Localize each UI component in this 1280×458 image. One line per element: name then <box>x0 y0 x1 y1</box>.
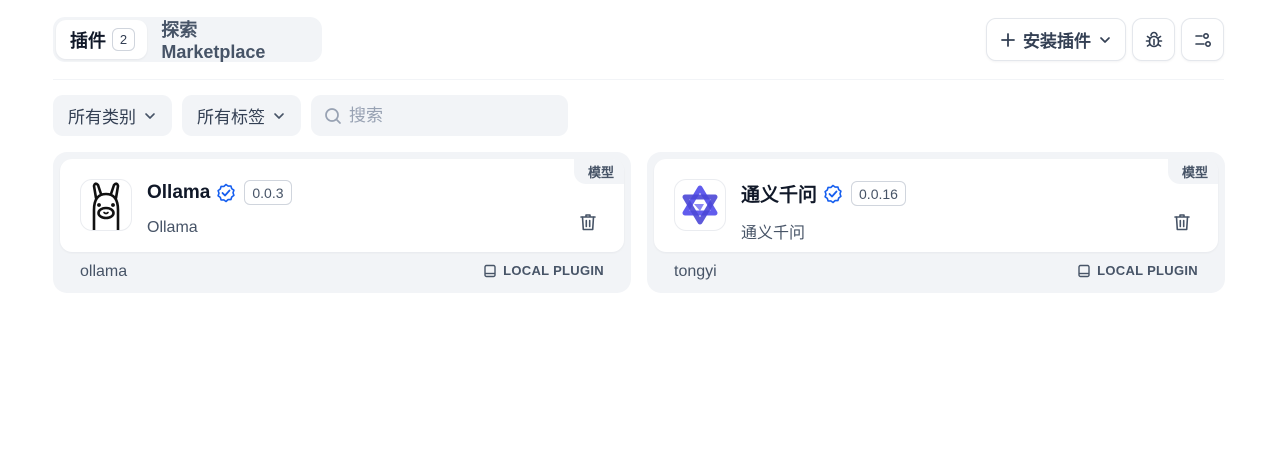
install-plugin-button[interactable]: 安装插件 <box>986 18 1126 61</box>
plugin-name: 通义千问 <box>741 185 818 206</box>
plugin-source: LOCAL PLUGIN <box>1077 263 1198 278</box>
tab-plugins[interactable]: 插件 2 <box>56 20 148 59</box>
plugin-source-label: LOCAL PLUGIN <box>1097 263 1198 278</box>
plugin-description: Ollama <box>147 219 198 236</box>
tags-filter-label: 所有标签 <box>197 108 265 127</box>
tab-marketplace[interactable]: 探索 Marketplace <box>147 20 319 62</box>
search-icon <box>325 107 341 124</box>
bug-icon <box>1145 31 1162 47</box>
verified-badge-icon <box>217 183 236 202</box>
sliders-icon <box>1194 32 1211 47</box>
tongyi-logo <box>674 179 726 231</box>
tags-filter[interactable]: 所有标签 <box>182 95 301 136</box>
category-tag: 模型 <box>1167 159 1218 184</box>
plugin-name: Ollama <box>147 181 211 203</box>
plugin-card-body: 模型 Ollama 0.0.3 Ollama <box>60 159 624 252</box>
tab-plugins-label: 插件 <box>70 30 106 51</box>
delete-plugin-button[interactable] <box>577 211 599 233</box>
llama-icon <box>92 182 120 230</box>
plugin-source: LOCAL PLUGIN <box>483 263 604 278</box>
filter-bar: 所有类别 所有标签 <box>53 95 568 136</box>
version-badge: 0.0.16 <box>851 181 906 206</box>
category-tag: 模型 <box>573 159 624 184</box>
version-badge: 0.0.3 <box>244 180 292 205</box>
chevron-down-icon <box>145 112 155 119</box>
trash-icon <box>1174 214 1190 231</box>
local-drive-icon <box>484 264 496 277</box>
ollama-logo <box>80 179 132 231</box>
plugin-card-tongyi[interactable]: 模型 通义千问 0.0.16 通义千问 tongyi LOCAL PLUGIN <box>647 152 1225 293</box>
chevron-down-icon <box>274 112 284 119</box>
plugin-card-body: 模型 通义千问 0.0.16 通义千问 <box>654 159 1218 252</box>
tongyi-icon <box>682 185 718 225</box>
header-divider <box>53 79 1224 80</box>
chevron-down-icon <box>1100 36 1110 43</box>
search-box <box>311 95 568 136</box>
plus-icon <box>1001 32 1015 47</box>
plugin-title-row: Ollama 0.0.3 <box>147 180 292 205</box>
debug-button[interactable] <box>1132 18 1175 61</box>
category-filter-label: 所有类别 <box>68 108 136 127</box>
verified-badge-icon <box>824 184 842 203</box>
plugin-description: 通义千问 <box>741 225 806 242</box>
trash-icon <box>580 214 596 231</box>
plugin-tabs: 插件 2 探索 Marketplace <box>53 17 322 62</box>
header-actions: 安装插件 <box>986 18 1224 61</box>
plugin-card-ollama[interactable]: 模型 Ollama 0.0.3 Ollama ollama LOCAL PLUG… <box>53 152 631 293</box>
plugin-source-label: LOCAL PLUGIN <box>503 263 604 278</box>
category-filter[interactable]: 所有类别 <box>53 95 172 136</box>
local-drive-icon <box>1078 264 1090 277</box>
plugin-title-row: 通义千问 0.0.16 <box>741 180 906 207</box>
plugin-slug: ollama <box>80 263 128 280</box>
search-input[interactable] <box>349 105 549 126</box>
plugin-slug: tongyi <box>674 263 717 280</box>
tab-marketplace-label: 探索 Marketplace <box>161 20 266 62</box>
delete-plugin-button[interactable] <box>1171 211 1193 233</box>
plugins-count-badge: 2 <box>112 28 135 51</box>
install-plugin-label: 安装插件 <box>1023 32 1091 51</box>
settings-button[interactable] <box>1181 18 1224 61</box>
